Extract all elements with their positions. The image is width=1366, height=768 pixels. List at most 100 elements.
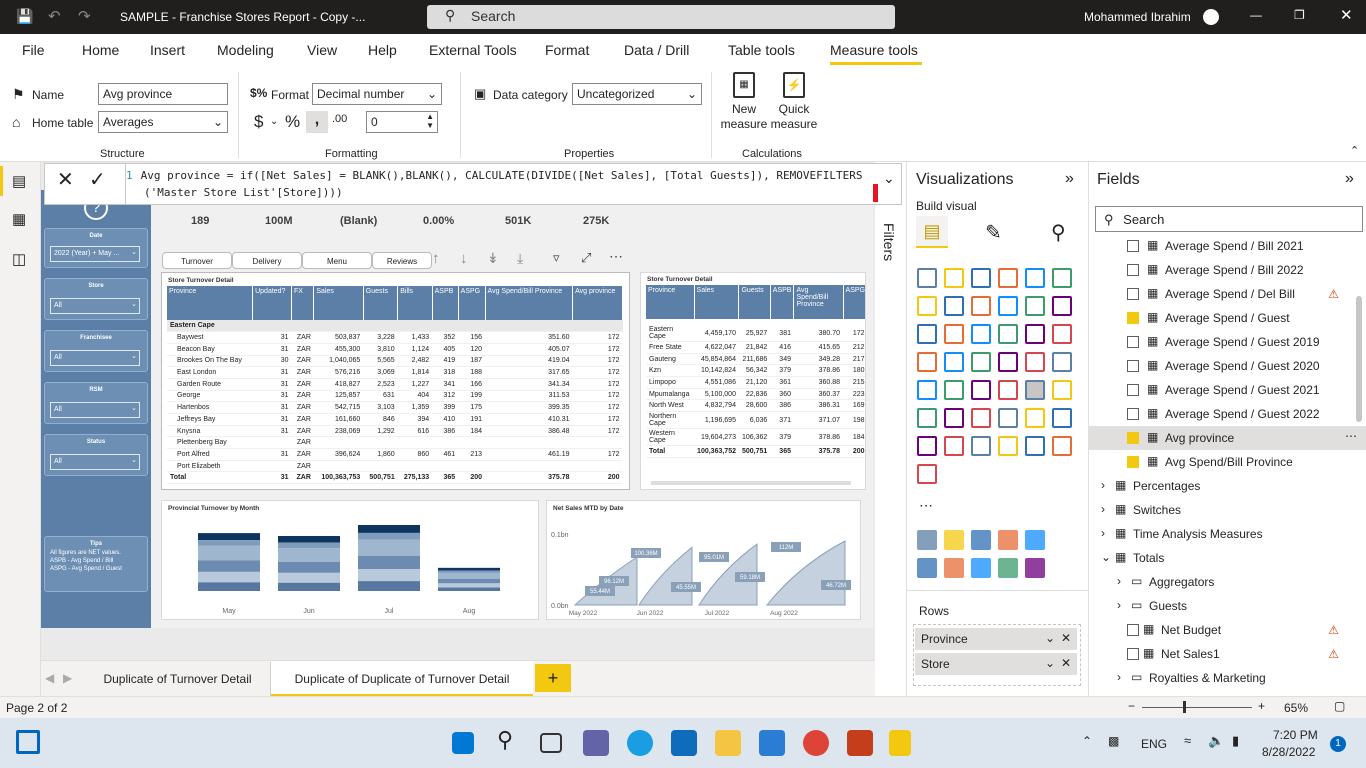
- field-group[interactable]: ▦ Net Budget ⚠: [1089, 618, 1366, 642]
- collapse-pane-icon[interactable]: »: [1065, 170, 1074, 188]
- table-row[interactable]: Gauteng 45,854,864 211,686 349 349.28 217: [646, 353, 865, 366]
- restore-icon[interactable]: ❐: [1294, 8, 1305, 22]
- collapse-ribbon-icon[interactable]: ⌃: [1350, 144, 1359, 157]
- field-item[interactable]: ▦ Average Spend / Guest 2021: [1089, 378, 1366, 402]
- table-row[interactable]: Northern Cape 1,196,695 6,036 371 371.07 198: [646, 411, 865, 430]
- currency-dropdown-icon[interactable]: ⌄: [270, 116, 278, 127]
- province-turnover-table[interactable]: Store Turnover Detail Province Sales Guest…: [640, 272, 866, 490]
- tray-app-icon[interactable]: ▩: [1108, 734, 1119, 748]
- notification-badge[interactable]: 1: [1330, 736, 1346, 752]
- visual-type-icon[interactable]: [1025, 268, 1045, 288]
- battery-icon[interactable]: ▮: [1232, 733, 1239, 749]
- rows-field-province[interactable]: Province ⌄ ✕: [915, 628, 1077, 650]
- tab-reviews[interactable]: Reviews: [372, 252, 432, 269]
- visual-type-icon[interactable]: [917, 380, 937, 400]
- visual-type-icon[interactable]: [917, 352, 937, 372]
- menu-format[interactable]: Format: [545, 42, 589, 58]
- zoom-out-icon[interactable]: −: [1128, 699, 1135, 713]
- table-row[interactable]: Port Elizabeth ZAR: [167, 460, 623, 473]
- table-row[interactable]: Mpumalanga 5,100,000 22,836 360 360.37 223: [646, 388, 865, 401]
- field-item[interactable]: ▦ Average Spend / Bill 2021: [1089, 234, 1366, 258]
- field-checkbox[interactable]: [1127, 336, 1139, 348]
- spinner-icon[interactable]: ▲ ▼: [426, 112, 434, 130]
- more-visuals-icon[interactable]: ⋯: [919, 497, 933, 514]
- visual-type-icon[interactable]: [998, 408, 1018, 428]
- visual-type-icon[interactable]: [998, 436, 1018, 456]
- page-tab-active[interactable]: Duplicate of Duplicate of Turnover Detai…: [271, 661, 533, 697]
- bar[interactable]: [438, 567, 500, 591]
- field-checkbox[interactable]: [1127, 312, 1139, 324]
- formula-scrollbar[interactable]: [873, 184, 878, 202]
- column-header[interactable]: Sales: [694, 285, 740, 319]
- commit-formula-icon[interactable]: ✓: [89, 167, 106, 192]
- zoom-in-icon[interactable]: +: [1258, 699, 1265, 713]
- menu-help[interactable]: Help: [368, 42, 397, 58]
- field-item[interactable]: ▦ Average Spend / Bill 2022: [1089, 258, 1366, 282]
- next-page-icon[interactable]: ▶: [63, 671, 72, 685]
- menu-home[interactable]: Home: [82, 42, 119, 58]
- formula-editor[interactable]: 1 Avg province = if([Net Sales] = BLANK()…: [125, 164, 865, 204]
- visual-type-icon[interactable]: [944, 408, 964, 428]
- column-header[interactable]: Sales: [313, 286, 364, 320]
- report-view-icon[interactable]: ▤: [12, 172, 26, 190]
- custom-visual-icon[interactable]: [1025, 530, 1045, 550]
- visual-type-icon[interactable]: [971, 268, 991, 288]
- field-group[interactable]: › ▭ Guests: [1089, 594, 1366, 618]
- field-group[interactable]: › ▭ Aggregators: [1089, 570, 1366, 594]
- net-sales-mtd-chart[interactable]: Net Sales MTD by Date 0.1bn 0.0bn 55.44M 96…: [546, 500, 861, 620]
- visual-type-icon[interactable]: [944, 436, 964, 456]
- expand-all-icon[interactable]: ↡: [487, 250, 499, 267]
- menu-insert[interactable]: Insert: [150, 42, 185, 58]
- more-options-icon[interactable]: ⋯: [1345, 429, 1357, 443]
- table-row[interactable]: Knysna 31 ZAR 238,069 1,292 616 386 184 386.48 17…: [167, 425, 623, 438]
- file-explorer-icon[interactable]: [715, 730, 741, 756]
- visual-type-icon[interactable]: [1025, 380, 1045, 400]
- teams-icon[interactable]: [583, 730, 609, 756]
- data-category-select[interactable]: Uncategorized ⌄: [572, 83, 702, 105]
- visual-type-icon[interactable]: [944, 296, 964, 316]
- filters-pane-collapsed[interactable]: Filters: [875, 205, 906, 696]
- store-icon[interactable]: [759, 730, 785, 756]
- powerpoint-icon[interactable]: [847, 730, 873, 756]
- visual-type-icon[interactable]: [998, 380, 1018, 400]
- custom-visual-icon[interactable]: [971, 530, 991, 550]
- field-group[interactable]: › ▦ Switches: [1089, 498, 1366, 522]
- custom-visual-icon[interactable]: [944, 558, 964, 578]
- field-checkbox[interactable]: [1127, 624, 1139, 636]
- visual-type-icon[interactable]: [1052, 268, 1072, 288]
- edge-icon[interactable]: [627, 730, 653, 756]
- table-row[interactable]: Baywest 31 ZAR 503,837 3,228 1,433 352 156 351.6…: [167, 331, 623, 344]
- table-row[interactable]: Brookes On The Bay 30 ZAR 1,040,065 5,565 2,4…: [167, 355, 623, 368]
- visual-type-icon[interactable]: [998, 268, 1018, 288]
- visual-type-icon[interactable]: [1025, 324, 1045, 344]
- custom-visual-icon[interactable]: [971, 558, 991, 578]
- bar[interactable]: [278, 536, 340, 591]
- new-measure-button[interactable]: ▦ New measure: [718, 72, 770, 142]
- avatar[interactable]: [1203, 9, 1219, 25]
- tab-menu[interactable]: Menu: [302, 252, 372, 269]
- field-item[interactable]: ▦ Average Spend / Guest: [1089, 306, 1366, 330]
- column-header[interactable]: Province: [167, 286, 254, 320]
- page-tab[interactable]: Duplicate of Turnover Detail: [85, 662, 271, 696]
- decimal-places-input[interactable]: 0 ▲ ▼: [366, 111, 438, 133]
- zoom-slider[interactable]: [1142, 707, 1252, 708]
- visual-type-icon[interactable]: [917, 464, 937, 484]
- table-row[interactable]: North West 4,832,794 28,600 386 386.31 169: [646, 399, 865, 413]
- currency-icon[interactable]: $: [254, 112, 263, 132]
- decimal-places-icon[interactable]: .00: [332, 113, 347, 125]
- field-checkbox[interactable]: [1127, 360, 1139, 372]
- field-checkbox[interactable]: [1127, 432, 1139, 444]
- table-group-row[interactable]: Eastern Cape: [167, 320, 623, 333]
- visual-type-icon[interactable]: [1025, 296, 1045, 316]
- field-item[interactable]: ▦ Average Spend / Del Bill ⚠: [1089, 282, 1366, 306]
- volume-icon[interactable]: 🔈: [1208, 733, 1224, 749]
- mail-icon[interactable]: [671, 730, 697, 756]
- expand-group-icon[interactable]: ›: [1101, 502, 1105, 516]
- save-icon[interactable]: 💾: [16, 8, 33, 25]
- table-row[interactable]: Kzn 10,142,824 56,342 379 378.86 180: [646, 364, 865, 378]
- powerbi-icon[interactable]: [889, 730, 911, 756]
- tab-delivery[interactable]: Delivery: [232, 252, 302, 269]
- column-header[interactable]: FX: [291, 286, 315, 320]
- field-list-scrollbar[interactable]: [1356, 296, 1362, 422]
- tab-turnover[interactable]: Turnover: [162, 252, 232, 269]
